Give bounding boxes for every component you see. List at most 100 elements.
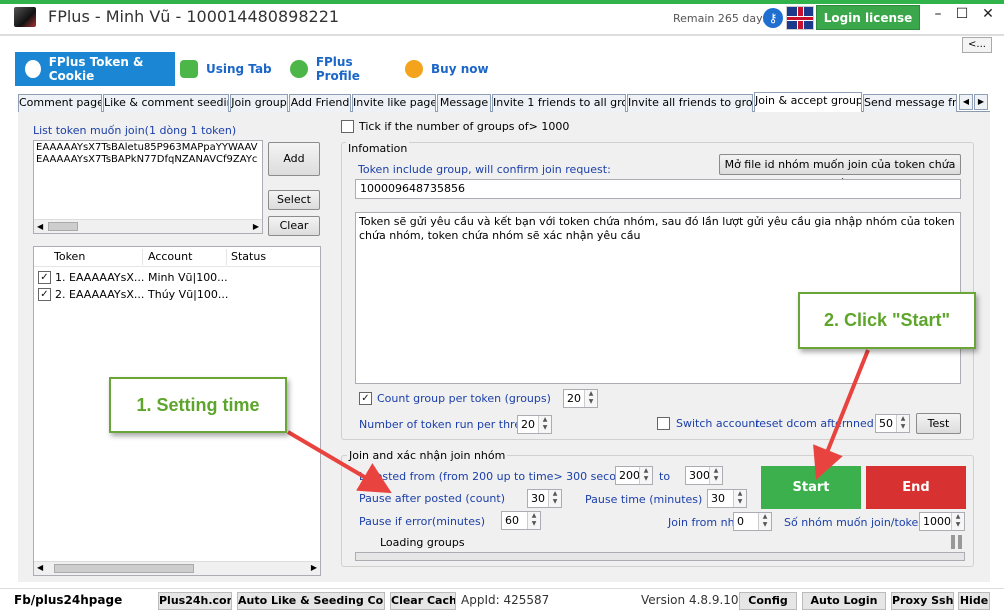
tab-scroll-right-icon[interactable]: ▶ — [974, 94, 988, 110]
subtab-send-message[interactable]: Send message fr — [863, 94, 957, 112]
cart-icon — [405, 60, 423, 78]
sub-tab-bar: Comment page Like & comment seeding Join… — [18, 92, 990, 113]
table-scrollbar[interactable]: ◀ ▶ — [34, 561, 320, 575]
spin-icon[interactable]: ▲ ▼ — [584, 390, 597, 407]
plus24h-button[interactable]: Plus24h.com — [158, 592, 232, 610]
count-group-label: Count group per token (groups) — [377, 392, 551, 405]
auto-login-button[interactable]: Auto Login — [802, 592, 886, 610]
token-group-input[interactable]: 100009648735856 — [355, 179, 961, 199]
end-button[interactable]: End — [866, 466, 966, 509]
tab-label: Buy now — [431, 62, 489, 76]
token-textarea[interactable]: EAAAAAYsX7TsBAletu85P963MAPpaYYWAAV EAAA… — [33, 140, 263, 234]
tick-groups-checkbox[interactable] — [341, 120, 354, 133]
tab-fplus-token[interactable]: FPlus Token & Cookie — [15, 52, 175, 86]
column-account[interactable]: Account — [148, 250, 192, 263]
clear-cache-button[interactable]: Clear Cache — [390, 592, 456, 610]
pause-after-stepper[interactable]: 30 ▲ ▼ — [527, 489, 562, 508]
pause-time-label: Pause time (minutes) — [585, 493, 703, 506]
stepper-value: 30 — [711, 492, 725, 505]
people-icon — [290, 60, 308, 78]
row-checkbox[interactable]: ✓ — [38, 288, 51, 301]
so-nhom-stepper[interactable]: 1000 ▲ ▼ — [919, 512, 965, 531]
spin-icon[interactable]: ▲ ▼ — [951, 513, 964, 530]
spin-icon[interactable]: ▲ ▼ — [709, 467, 722, 484]
posted-to-stepper[interactable]: 300 ▲ ▼ — [685, 466, 723, 485]
tab-fplus-profile[interactable]: FPlus Profile — [290, 52, 400, 86]
stepper-value: 300 — [689, 469, 710, 482]
tab-scroll-left-icon[interactable]: ◀ — [959, 94, 973, 110]
login-license-button[interactable]: Login license — [816, 5, 920, 30]
uk-flag-icon[interactable] — [786, 6, 814, 30]
tab-label: FPlus Token & Cookie — [48, 55, 144, 83]
open-file-button[interactable]: Mở file id nhóm muốn join của token chứa… — [719, 154, 961, 190]
subtab-comment-page[interactable]: Comment page — [18, 94, 102, 112]
add-button[interactable]: Add — [268, 142, 320, 176]
pause-time-stepper[interactable]: 30 ▲ ▼ — [707, 489, 747, 508]
test-button[interactable]: Test — [916, 413, 961, 434]
subtab-like-comment[interactable]: Like & comment seeding — [103, 94, 229, 112]
hide-button[interactable]: Hide — [958, 592, 990, 610]
close-button[interactable]: ✕ — [976, 6, 1000, 26]
pause-icon-bar — [958, 535, 962, 549]
spin-icon[interactable]: ▲ ▼ — [896, 415, 909, 432]
row-account: Thúy Vũ|100... — [148, 288, 229, 301]
minimize-button[interactable]: – — [926, 6, 950, 26]
subtab-invite-all-friends[interactable]: Invite all friends to group — [627, 94, 753, 112]
proxy-ssh-button[interactable]: Proxy Ssh — [891, 592, 954, 610]
tab-buy-now[interactable]: Buy now — [405, 52, 495, 86]
info-legend: Infomation — [346, 142, 410, 155]
switch-account-label: Switch account — [676, 417, 760, 430]
spin-icon[interactable]: ▲ ▼ — [538, 416, 551, 433]
stepper-value: 50 — [879, 417, 893, 430]
count-group-checkbox[interactable]: ✓ — [359, 392, 372, 405]
table-header: Token Account Status — [34, 247, 320, 267]
row-token: 2. EAAAAAYsX... — [55, 288, 145, 301]
reset-dcom-suffix: nned — [846, 417, 874, 430]
subtab-join-accept-group[interactable]: Join & accept group — [754, 92, 862, 113]
count-group-stepper[interactable]: 20 ▲ ▼ — [563, 389, 598, 408]
spin-icon[interactable]: ▲ ▼ — [548, 490, 561, 507]
subtab-invite-1-friend[interactable]: Invite 1 friends to all group — [492, 94, 626, 112]
switch-account-checkbox[interactable] — [657, 417, 670, 430]
subtab-add-friend[interactable]: Add Friend — [289, 94, 351, 112]
clear-button[interactable]: Clear — [268, 216, 320, 236]
subtab-join-group[interactable]: Join group — [230, 94, 288, 112]
maximize-button[interactable]: ☐ — [950, 6, 974, 26]
select-button[interactable]: Select — [268, 190, 320, 210]
window-title: FPlus - Minh Vũ - 100014480898221 — [48, 7, 340, 26]
column-token[interactable]: Token — [54, 250, 85, 263]
threads-label: Number of token run per thread: — [359, 418, 539, 431]
token-list-label: List token muốn join(1 dòng 1 token) — [33, 124, 237, 137]
config-button[interactable]: Config — [739, 592, 797, 610]
back-button[interactable]: <... — [962, 37, 992, 53]
link-icon — [180, 60, 198, 78]
spin-icon[interactable]: ▲ ▼ — [639, 467, 652, 484]
posted-from-stepper[interactable]: 200 ▲ ▼ — [615, 466, 653, 485]
fb-page-link[interactable]: Fb/plus24hpage — [14, 593, 122, 607]
to-label: to — [659, 470, 671, 483]
loading-groups-label: Loading groups — [380, 536, 465, 549]
stepper-value: 20 — [521, 418, 535, 431]
pause-error-stepper[interactable]: 60 ▲ ▼ — [501, 511, 541, 530]
pause-after-label: Pause after posted (count) — [359, 492, 505, 505]
reset-dcom-stepper[interactable]: 50 ▲ ▼ — [875, 414, 910, 433]
subtab-message[interactable]: Message — [437, 94, 491, 112]
subtab-invite-like-page[interactable]: Invite like page — [352, 94, 436, 112]
row-checkbox[interactable]: ✓ — [38, 271, 51, 284]
tab-using-tab[interactable]: Using Tab — [180, 52, 280, 86]
tab-label: FPlus Profile — [315, 55, 360, 83]
version-label: Version 4.8.9.10 — [641, 593, 739, 607]
key-icon[interactable]: ⚷ — [763, 8, 783, 28]
auto-like-button[interactable]: Auto Like & Seeding Com... — [237, 592, 385, 610]
row-account: Minh Vũ|100... — [148, 271, 228, 284]
start-button[interactable]: Start — [761, 466, 861, 509]
spin-icon[interactable]: ▲ ▼ — [733, 490, 746, 507]
horizontal-scrollbar[interactable]: ◀ ▶ — [34, 219, 262, 233]
join-legend: Join and xác nhận join nhóm — [347, 449, 508, 462]
app-icon — [14, 7, 36, 27]
spin-icon[interactable]: ▲ ▼ — [527, 512, 540, 529]
spin-icon[interactable]: ▲ ▼ — [758, 513, 771, 530]
column-status[interactable]: Status — [231, 250, 266, 263]
join-from-stepper[interactable]: 0 ▲ ▼ — [733, 512, 772, 531]
threads-stepper[interactable]: 20 ▲ ▼ — [517, 415, 552, 434]
